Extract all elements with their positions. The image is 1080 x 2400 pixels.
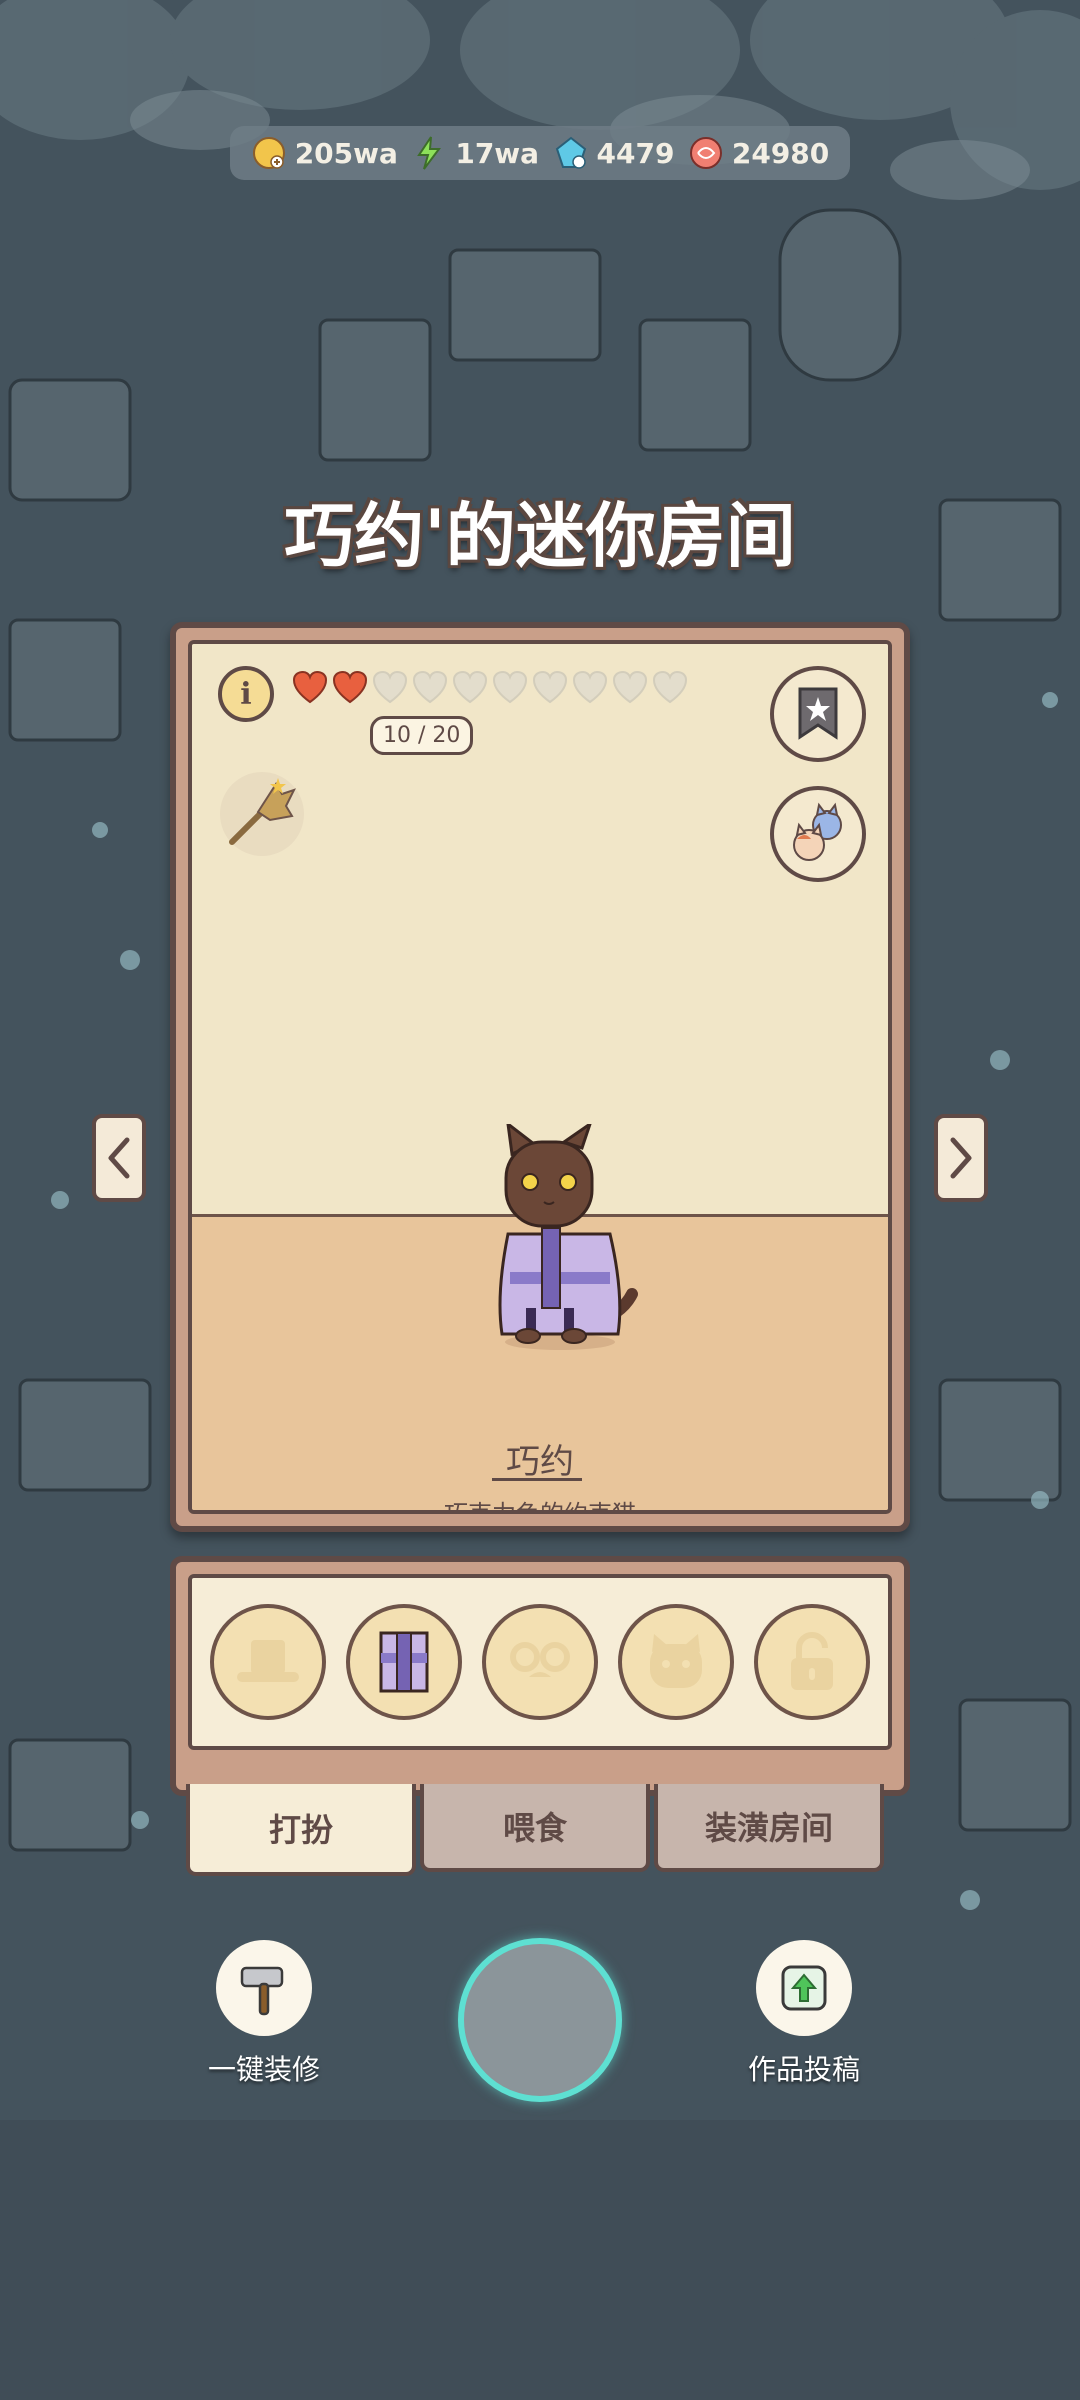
- renovate-label: 一键装修: [208, 2053, 321, 2086]
- energy-icon: [417, 136, 442, 170]
- face-slot[interactable]: [618, 1604, 734, 1720]
- heart-empty-icon: [412, 670, 448, 704]
- cat-character[interactable]: [482, 1124, 642, 1354]
- locked-slot[interactable]: [754, 1604, 870, 1720]
- cats-icon: [793, 802, 842, 861]
- upload-icon: [781, 1965, 827, 2011]
- renovate-action[interactable]: 一键装修: [208, 1940, 320, 2088]
- cat-description: 巧克力色的约克猫: [444, 1500, 636, 1514]
- room-title: 巧约'的迷你房间: [284, 495, 796, 577]
- glasses-slot[interactable]: [482, 1604, 598, 1720]
- bookmark-icon: [798, 687, 838, 740]
- submit-action[interactable]: 作品投稿: [748, 1940, 860, 2088]
- gem-value: 4479: [596, 136, 675, 170]
- currency-bar: 205wa 17wa 4479 24980: [230, 126, 850, 180]
- coin-value: 205wa: [294, 136, 398, 170]
- coin-counter[interactable]: 205wa: [251, 135, 398, 171]
- info-icon: i: [240, 676, 252, 712]
- gem-icon: [555, 136, 586, 169]
- heart-empty-icon: [612, 670, 648, 704]
- bottom-tabs: 打扮 喂食 装潢房间: [186, 1784, 888, 1876]
- hammer-icon: [240, 1966, 284, 2016]
- info-button[interactable]: i: [218, 666, 274, 722]
- heart-count: 10 / 20: [370, 716, 474, 755]
- energy-value: 17wa: [455, 136, 540, 170]
- heart-empty-icon: [532, 670, 568, 704]
- tab-dress-up[interactable]: 打扮: [186, 1784, 416, 1876]
- heart-filled-icon: [292, 670, 328, 704]
- affection-hearts: [292, 670, 688, 704]
- center-action-button[interactable]: [458, 1938, 622, 2102]
- heart-empty-icon: [572, 670, 608, 704]
- heart-filled-icon: [332, 670, 368, 704]
- candy-icon: [689, 137, 722, 169]
- energy-counter[interactable]: 17wa: [411, 135, 539, 171]
- cat-name: 巧约: [506, 1442, 574, 1482]
- clothes-slot[interactable]: [346, 1604, 462, 1720]
- room-view: i 10 / 20 巧约 巧克力色的约克猫: [188, 640, 892, 1514]
- outfit-slots: [188, 1574, 892, 1750]
- renovate-button[interactable]: [216, 1940, 312, 2036]
- candy-value: 24980: [731, 136, 830, 170]
- coin-icon: [252, 137, 285, 169]
- outfit-panel: [170, 1556, 910, 1796]
- broom-icon: [229, 778, 296, 845]
- submit-label: 作品投稿: [748, 2053, 861, 2086]
- heart-empty-icon: [492, 670, 528, 704]
- next-room-button[interactable]: [934, 1114, 988, 1202]
- hat-icon: [237, 1640, 299, 1682]
- heart-empty-icon: [372, 670, 408, 704]
- broom-item[interactable]: [220, 772, 304, 856]
- lock-icon: [791, 1632, 833, 1690]
- gem-counter[interactable]: 4479: [553, 135, 675, 171]
- tab-feed[interactable]: 喂食: [420, 1784, 650, 1872]
- cat-face-icon: [650, 1634, 702, 1688]
- glasses-icon: [510, 1642, 570, 1677]
- heart-empty-icon: [452, 670, 488, 704]
- submit-button[interactable]: [756, 1940, 852, 2036]
- chevron-right-icon: [950, 1137, 972, 1179]
- cats-button[interactable]: [770, 786, 866, 882]
- chevron-left-icon: [108, 1137, 130, 1179]
- prev-room-button[interactable]: [92, 1114, 146, 1202]
- name-underline: [492, 1478, 582, 1481]
- heart-empty-icon: [652, 670, 688, 704]
- tab-decorate-room[interactable]: 装潢房间: [654, 1784, 884, 1872]
- bookmark-button[interactable]: [770, 666, 866, 762]
- robe-icon: [379, 1631, 429, 1693]
- candy-counter[interactable]: 24980: [688, 135, 829, 171]
- hat-slot[interactable]: [210, 1604, 326, 1720]
- room-card: i 10 / 20 巧约 巧克力色的约克猫: [170, 622, 910, 1532]
